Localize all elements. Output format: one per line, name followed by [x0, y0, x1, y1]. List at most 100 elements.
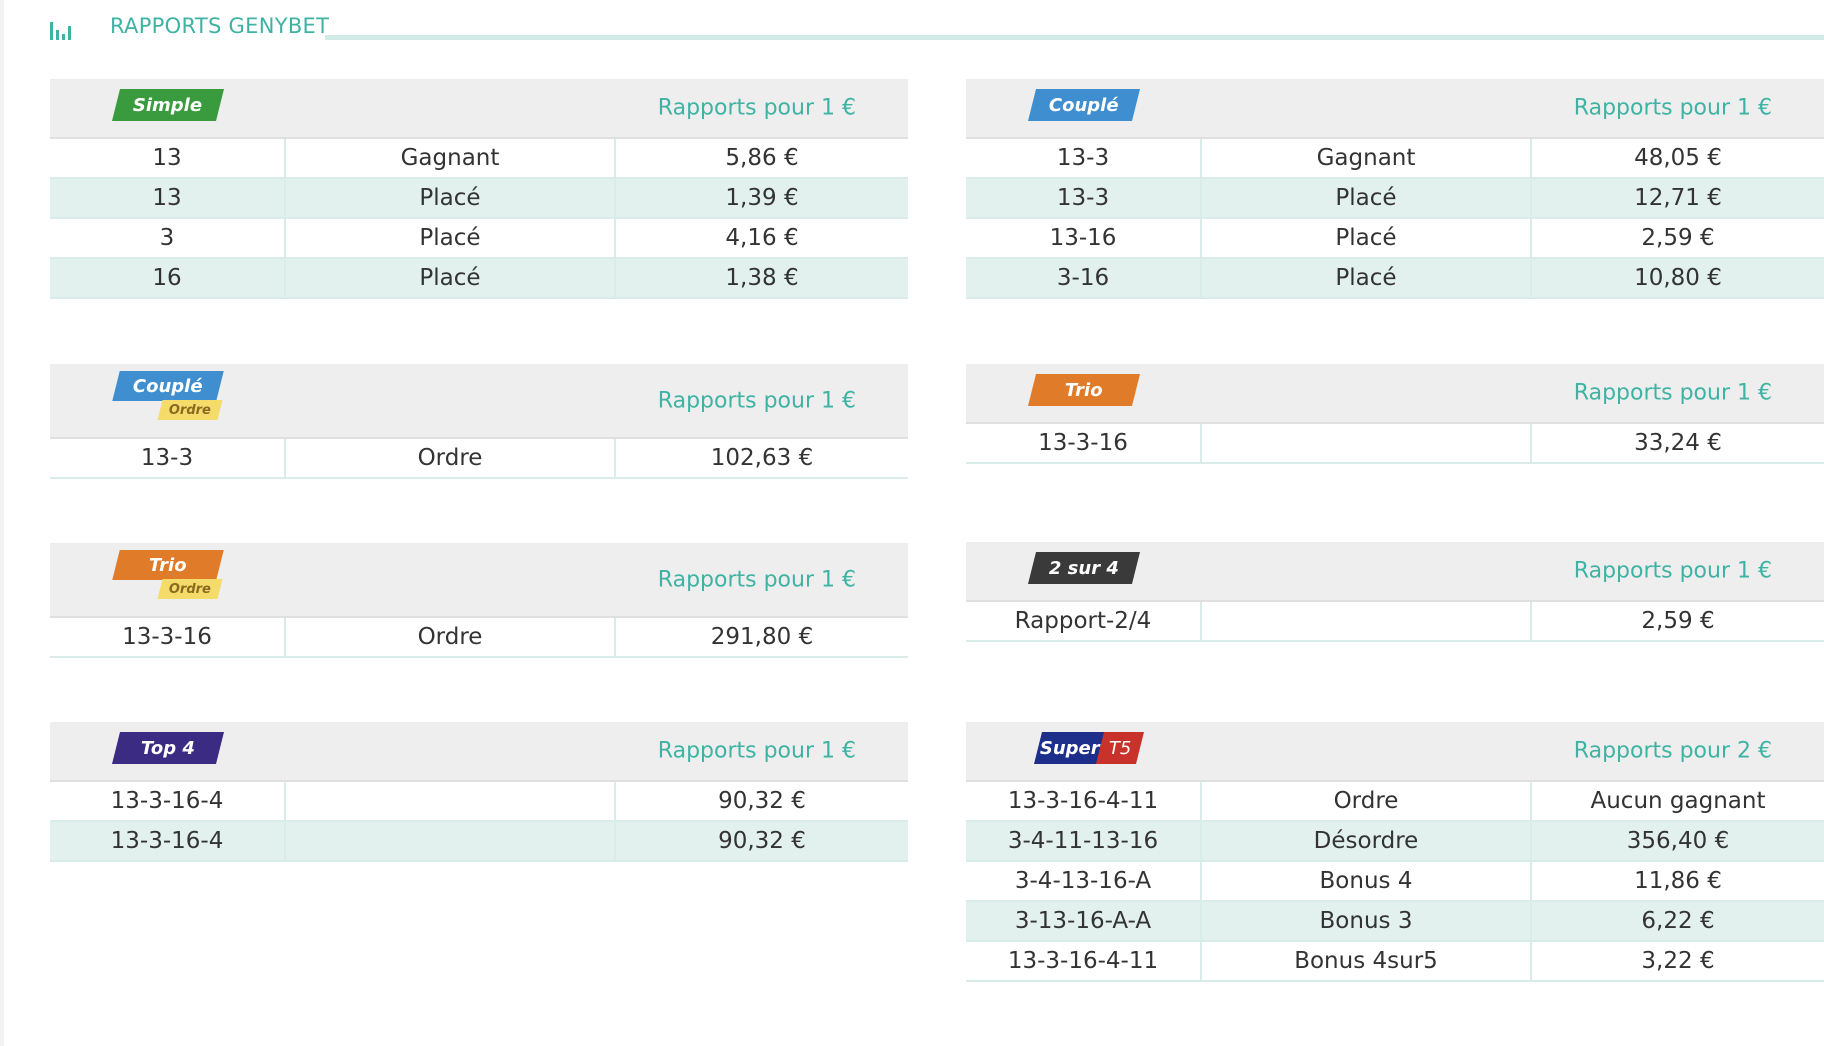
super-t5-rapports-label: Rapports pour 2 € — [1573, 738, 1772, 764]
payout-cell: 90,32 € — [718, 828, 806, 854]
deux-sur-4-badge-label: 2 sur 4 — [1049, 557, 1119, 579]
table-row: 13-3-16-4-11 Ordre Aucun gagnant — [966, 782, 1824, 822]
type-cell: Ordre — [286, 439, 616, 477]
type-cell: Gagnant — [286, 139, 616, 177]
trio-block: Trio Rapports pour 1 € 13-3-16 33,24 € — [966, 364, 1824, 464]
couple-rapports-label: Rapports pour 1 € — [1573, 95, 1772, 121]
table-row: 3-4-13-16-A Bonus 4 11,86 € — [966, 862, 1824, 902]
combination-cell: 13-3-16-4 — [50, 822, 286, 860]
combination-cell: 13-3-16 — [50, 618, 286, 656]
type-cell: Placé — [1202, 179, 1532, 217]
table-row: 13 Placé 1,39 € — [50, 179, 908, 219]
top4-rows: 13-3-16-4 90,32 € 13-3-16-4 90,32 € — [50, 782, 908, 862]
type-cell — [1202, 602, 1532, 640]
combination-cell: 13-3 — [966, 179, 1202, 217]
payout-cell: 12,71 € — [1634, 185, 1722, 211]
top4-block-header: Top 4 Rapports pour 1 € — [50, 722, 908, 782]
payout-cell: 2,59 € — [1641, 608, 1715, 634]
couple-block-header: Couplé Rapports pour 1 € — [966, 79, 1824, 139]
type-cell: Placé — [286, 179, 616, 217]
payout-cell: 1,38 € — [725, 265, 799, 291]
super-t5-badge-sub: T5 — [1108, 737, 1132, 759]
couple-ordre-badge-label: Couplé — [133, 375, 203, 397]
combination-cell: 13 — [50, 179, 286, 217]
payout-cell: 102,63 € — [710, 445, 814, 471]
couple-ordre-badge-sub: Ordre — [169, 402, 211, 418]
type-cell: Désordre — [1202, 822, 1532, 860]
payout-cell: 11,86 € — [1634, 868, 1722, 894]
type-cell: Gagnant — [1202, 139, 1532, 177]
type-cell — [286, 822, 616, 860]
payout-cell: 4,16 € — [725, 225, 799, 251]
deux-sur-4-block: 2 sur 4 Rapports pour 1 € Rapport-2/4 2,5… — [966, 542, 1824, 642]
simple-rapports-label: Rapports pour 1 € — [657, 95, 856, 121]
trio-ordre-block-header: Trio Ordre Rapports pour 1 € — [50, 543, 908, 618]
combination-cell: 16 — [50, 259, 286, 297]
simple-rows: 13 Gagnant 5,86 €13 Placé 1,39 €3 Placé 4,16 €… — [50, 139, 908, 299]
payout-cell: 6,22 € — [1641, 908, 1715, 934]
combination-cell: 13-3 — [50, 439, 286, 477]
table-row: 13-3-16 33,24 € — [966, 424, 1824, 464]
table-row: 16 Placé 1,38 € — [50, 259, 908, 299]
payout-cell: 3,22 € — [1641, 948, 1715, 974]
trio-ordre-badge-label: Trio — [149, 554, 187, 576]
trio-ordre-badge-sub: Ordre — [169, 581, 211, 597]
trio-block-header: Trio Rapports pour 1 € — [966, 364, 1824, 424]
payout-cell: 291,80 € — [710, 624, 814, 650]
trio-rows: 13-3-16 33,24 € — [966, 424, 1824, 464]
top4-block: Top 4 Rapports pour 1 € 13-3-16-4 90,32 €… — [50, 722, 908, 862]
table-row: 13-3-16-4-11 Bonus 4sur5 3,22 € — [966, 942, 1824, 982]
combination-cell: 13-16 — [966, 219, 1202, 257]
combination-cell: 3-4-11-13-16 — [966, 822, 1202, 860]
table-row: 13-3 Placé 12,71 € — [966, 179, 1824, 219]
type-cell: Ordre — [286, 618, 616, 656]
type-cell: Ordre — [1202, 782, 1532, 820]
table-row: 13-16 Placé 2,59 € — [966, 219, 1824, 259]
table-row: 13-3-16-4 90,32 € — [50, 822, 908, 862]
combination-cell: 13-3-16-4-11 — [966, 942, 1202, 980]
combination-cell: Rapport-2/4 — [966, 602, 1202, 640]
payout-cell: 10,80 € — [1634, 265, 1722, 291]
trio-ordre-rows: 13-3-16 Ordre 291,80 € — [50, 618, 908, 658]
combination-cell: 13-3 — [966, 139, 1202, 177]
type-cell: Placé — [286, 219, 616, 257]
header-divider — [325, 35, 1824, 40]
payout-cell: 48,05 € — [1634, 145, 1722, 171]
couple-block: Couplé Rapports pour 1 € 13-3 Gagnant 48,0… — [966, 79, 1824, 299]
table-row: 13 Gagnant 5,86 € — [50, 139, 908, 179]
deux-sur-4-rapports-label: Rapports pour 1 € — [1573, 558, 1772, 584]
combination-cell: 13 — [50, 139, 286, 177]
trio-ordre-rapports-label: Rapports pour 1 € — [657, 567, 856, 592]
payout-cell: 2,59 € — [1641, 225, 1715, 251]
table-row: 13-3-16-4 90,32 € — [50, 782, 908, 822]
top4-rapports-label: Rapports pour 1 € — [657, 738, 856, 764]
type-cell — [1202, 424, 1532, 462]
trio-rapports-label: Rapports pour 1 € — [1573, 380, 1772, 406]
section-header: RAPPORTS GENYBET — [48, 10, 1824, 50]
payout-cell: 90,32 € — [718, 788, 806, 814]
couple-ordre-block: Couplé Ordre Rapports pour 1 € 13-3 Ordre… — [50, 364, 908, 479]
payout-cell: Aucun gagnant — [1590, 788, 1766, 814]
table-row: 3-13-16-A-A Bonus 3 6,22 € — [966, 902, 1824, 942]
combination-cell: 13-3-16 — [966, 424, 1202, 462]
super-t5-rows: 13-3-16-4-11 Ordre Aucun gagnant 3-4-11-13-… — [966, 782, 1824, 982]
type-cell: Bonus 4sur5 — [1202, 942, 1532, 980]
couple-badge-label: Couplé — [1049, 94, 1119, 116]
bar-chart-icon — [50, 22, 76, 40]
table-row: 13-3 Ordre 102,63 € — [50, 439, 908, 479]
table-row: 13-3 Gagnant 48,05 € — [966, 139, 1824, 179]
combination-cell: 13-3-16-4 — [50, 782, 286, 820]
combination-cell: 3 — [50, 219, 286, 257]
deux-sur-4-rows: Rapport-2/4 2,59 € — [966, 602, 1824, 642]
super-t5-block: Super T5 Rapports pour 2 € 13-3-16-4-11 O… — [966, 722, 1824, 982]
type-cell: Placé — [1202, 219, 1532, 257]
combination-cell: 3-4-13-16-A — [966, 862, 1202, 900]
table-row: 3-16 Placé 10,80 € — [966, 259, 1824, 299]
type-cell: Bonus 3 — [1202, 902, 1532, 940]
table-row: 3-4-11-13-16 Désordre 356,40 € — [966, 822, 1824, 862]
couple-ordre-rapports-label: Rapports pour 1 € — [657, 388, 856, 413]
super-t5-badge-label: Super — [1040, 737, 1100, 759]
combination-cell: 13-3-16-4-11 — [966, 782, 1202, 820]
table-row: Rapport-2/4 2,59 € — [966, 602, 1824, 642]
payout-cell: 33,24 € — [1634, 430, 1722, 456]
